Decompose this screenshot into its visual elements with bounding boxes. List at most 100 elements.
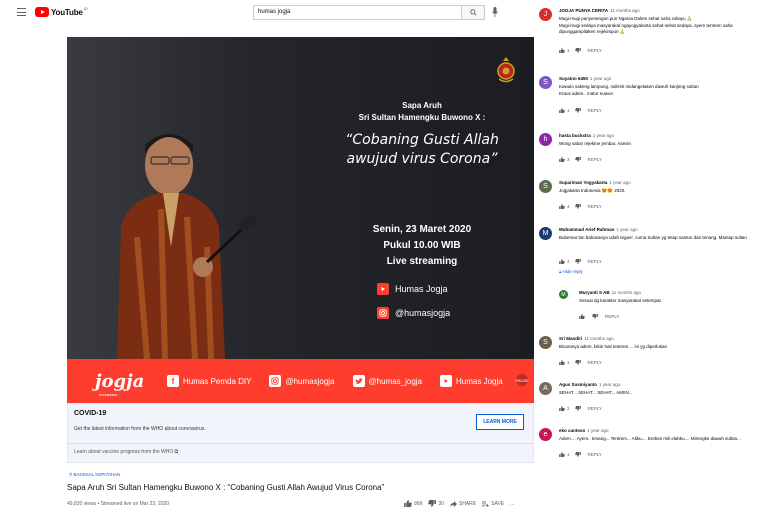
overlay-instagram-handle: @humasjogja	[377, 307, 450, 319]
comment-time[interactable]: 1 year ago	[609, 180, 630, 185]
comment-like-button[interactable]: 4	[559, 204, 570, 209]
comment-reply-button[interactable]: REPLY	[588, 259, 602, 264]
thumbs-down-icon	[574, 108, 581, 113]
comment-text: Jogjakarta Indonesia 😍😍 2020.	[559, 188, 626, 193]
thumbs-up-icon	[559, 204, 565, 209]
more-actions-button[interactable]: ...	[510, 501, 514, 507]
overlay-heading: Sapa Aruh	[402, 101, 442, 110]
comment-author[interactable]: Suyatno 6450	[559, 76, 588, 81]
comment-dislike-button[interactable]	[574, 259, 583, 264]
comment-like-button[interactable]: 2	[559, 406, 570, 411]
comment-dislike-button[interactable]	[592, 314, 600, 319]
save-button[interactable]: SAVE	[482, 501, 504, 507]
overlay-time: Pukul 10.00 WIB	[383, 240, 461, 251]
thumbs-up-icon	[559, 108, 565, 113]
info-panel-title: COVID-19	[74, 410, 107, 417]
covid-info-panel: COVID-19 Get the latest information from…	[67, 403, 534, 463]
info-panel-divider	[68, 443, 533, 444]
commenter-avatar[interactable]: S	[539, 180, 552, 193]
comment-dislike-button[interactable]	[574, 452, 583, 457]
comment-time[interactable]: 1 year ago	[599, 382, 620, 387]
pause-button[interactable]: PAUSE	[515, 374, 529, 386]
location-tag[interactable]: ⚲ BANSSAL KEPATIHAN	[69, 472, 120, 478]
youtube-icon	[377, 283, 389, 295]
comment-time[interactable]: 1 year ago	[590, 76, 611, 81]
hide-replies-toggle[interactable]: ▴ Hide reply	[559, 269, 583, 275]
commenter-avatar[interactable]: e	[539, 428, 552, 441]
comment-like-button[interactable]: 1	[559, 48, 570, 53]
comment-actions: 2 REPLY	[559, 259, 607, 264]
comment-author[interactable]: hasta buckxtra	[559, 133, 591, 138]
share-button[interactable]: SHARE	[449, 500, 476, 507]
video-stats: 49,820 views • Streamed live on Mar 23, …	[67, 501, 170, 507]
video-player[interactable]: Sapa Aruh Sri Sultan Hamengku Buwono X :…	[67, 37, 534, 403]
comment-time[interactable]: 11 months ago	[610, 8, 639, 13]
region-code: ID	[83, 6, 88, 11]
comment-dislike-button[interactable]	[574, 360, 583, 365]
video-social-bar: jogja ISTIMEWA f Humas Pemda DIY @humasj…	[67, 359, 534, 403]
search-input[interactable]: humas jogja	[253, 5, 461, 20]
comment-dislike-button[interactable]	[574, 157, 583, 162]
comment-dislike-button[interactable]	[574, 48, 583, 53]
comment-reply-button[interactable]: REPLY	[588, 204, 602, 209]
commenter-avatar[interactable]: h	[539, 133, 552, 146]
comment-time[interactable]: 1 year ago	[587, 428, 608, 433]
commenter-avatar[interactable]: J	[539, 8, 552, 21]
comment-like-button[interactable]: 3	[559, 157, 570, 162]
comment-time[interactable]: 11 months ago	[584, 336, 613, 341]
vaccine-progress-link[interactable]: Learn about vaccine progress from the WH…	[74, 449, 178, 455]
comment-like-button[interactable]: 1	[559, 360, 570, 365]
comment-reply-button[interactable]: REPLY	[588, 406, 602, 411]
search-button[interactable]	[461, 5, 485, 20]
comment-dislike-button[interactable]	[574, 204, 583, 209]
thumbs-up-icon	[404, 500, 412, 507]
comment-header: Suyatno 6450 1 year ago	[559, 76, 611, 81]
comment-time[interactable]: 11 months ago	[612, 290, 641, 295]
bar-instagram-label: @humasjogja	[285, 376, 335, 386]
comment-reply-button[interactable]: REPLY	[605, 314, 619, 319]
comment-reply-button[interactable]: REPLY	[588, 48, 602, 53]
overlay-live-label: Live streaming	[386, 256, 458, 267]
comment-actions: 1 REPLY	[559, 48, 607, 53]
comment-time[interactable]: 1 year ago	[593, 133, 614, 138]
comment-reply-button[interactable]: REPLY	[588, 452, 602, 457]
hamburger-menu-icon[interactable]	[17, 8, 26, 16]
comment-author[interactable]: Supariman Yogyakarta	[559, 180, 607, 185]
comment-like-count: 1	[567, 48, 570, 53]
dislike-button[interactable]: 30	[428, 500, 444, 507]
comment-reply-button[interactable]: REPLY	[588, 157, 602, 162]
comment-dislike-button[interactable]	[574, 406, 583, 411]
comment-author[interactable]: eko cantoso	[559, 428, 585, 433]
comment-like-button[interactable]	[579, 314, 587, 319]
comment-author[interactable]: Muryanti S AB	[579, 290, 610, 295]
comment-time[interactable]: 1 year ago	[616, 227, 637, 232]
commenter-avatar[interactable]: M	[539, 227, 552, 240]
thumbs-up-icon	[559, 406, 565, 411]
commenter-avatar[interactable]: M	[559, 290, 568, 299]
commenter-avatar[interactable]: A	[539, 382, 552, 395]
comment-reply-button[interactable]: REPLY	[588, 360, 602, 365]
overlay-quote-line-1: “Cobaning Gusti Allah	[345, 132, 499, 148]
comment-like-button[interactable]: 2	[559, 259, 570, 264]
commenter-avatar[interactable]: S	[539, 76, 552, 89]
comment-author[interactable]: Agus Susmiyanto	[559, 382, 597, 387]
comment-author[interactable]: JOGJA PUNYA CERITA	[559, 8, 608, 13]
search-icon	[469, 9, 477, 16]
comment-author[interactable]: Muhammad Arief Rahman	[559, 227, 614, 232]
thumbs-down-icon	[574, 48, 581, 53]
comment-reply-button[interactable]: REPLY	[588, 108, 602, 113]
comment-like-button[interactable]: 1	[559, 452, 570, 457]
comment-dislike-button[interactable]	[574, 108, 583, 113]
microphone-icon[interactable]	[492, 7, 498, 18]
thumbs-up-icon	[559, 452, 565, 457]
comment-author[interactable]: Sri Mandiri	[559, 336, 582, 341]
commenter-avatar[interactable]: S	[539, 336, 552, 349]
like-button[interactable]: 999	[404, 500, 422, 507]
bar-twitter-label: @humas_jogja	[368, 376, 422, 386]
comment-like-button[interactable]: 1	[559, 108, 570, 113]
thumbs-down-icon	[574, 360, 581, 365]
comment-header: Muryanti S AB 11 months ago	[579, 290, 641, 295]
youtube-logo[interactable]: YouTube ID	[35, 6, 88, 18]
bar-instagram: @humasjogja	[269, 375, 335, 387]
learn-more-button[interactable]: LEARN MORE	[476, 414, 524, 430]
